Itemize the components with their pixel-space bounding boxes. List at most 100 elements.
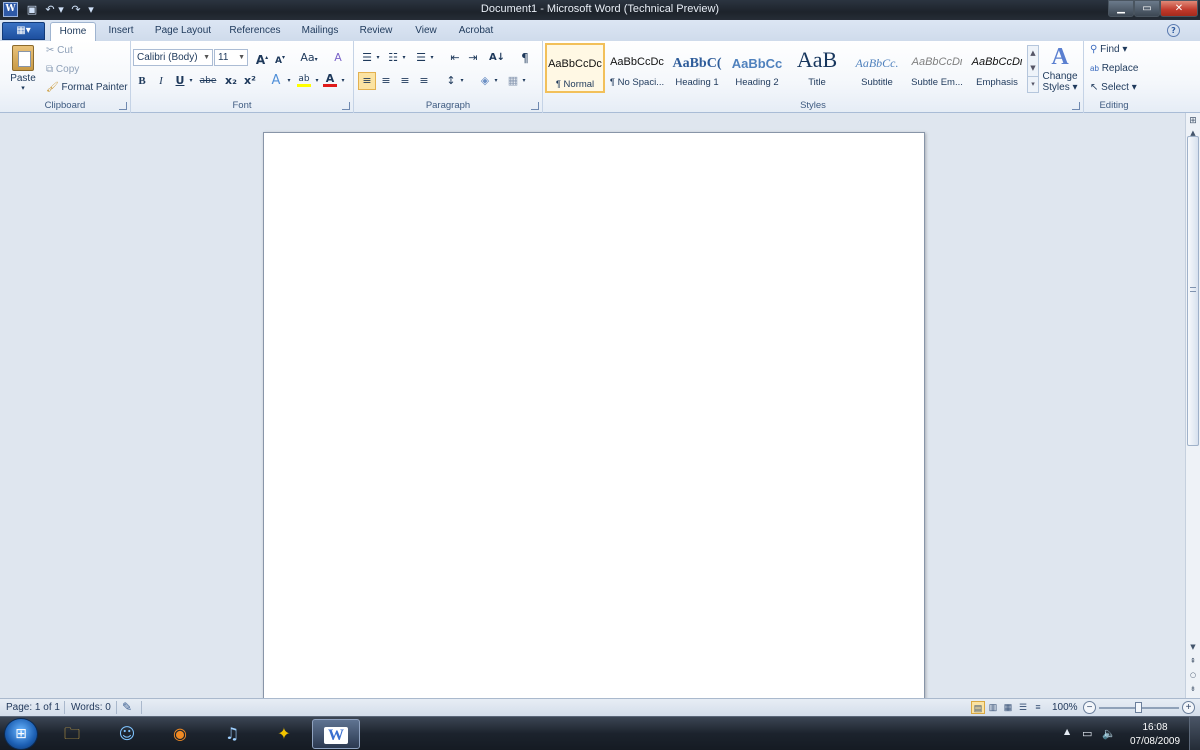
styles-gallery-scroller[interactable]: ▲ ▼ ▾: [1027, 45, 1039, 93]
underline-dropdown-icon[interactable]: ▾: [187, 72, 195, 90]
ruler-toggle-icon[interactable]: ⊞: [1187, 115, 1199, 127]
highlight-button[interactable]: ab: [295, 70, 313, 88]
word-count[interactable]: Words: 0: [71, 702, 111, 713]
taskbar-messenger-button[interactable]: ☺: [103, 719, 151, 749]
start-button[interactable]: ⊞: [4, 718, 38, 750]
change-styles-button[interactable]: A Change Styles ▾: [1041, 43, 1079, 97]
gallery-more-icon[interactable]: ▾: [1028, 76, 1038, 91]
cut-button[interactable]: ✂ Cut: [46, 45, 73, 56]
style-heading-2[interactable]: AaBbCc Heading 2: [727, 43, 787, 93]
highlight-dropdown-icon[interactable]: ▾: [313, 72, 321, 90]
tab-references[interactable]: References: [225, 22, 285, 41]
decrease-indent-button[interactable]: ⇤: [446, 49, 464, 67]
style-heading-1[interactable]: AaBbC(Heading 1: [667, 43, 727, 93]
align-left-button[interactable]: ≡: [358, 72, 376, 90]
grow-font-button[interactable]: A▴: [253, 49, 271, 67]
document-page[interactable]: [263, 132, 925, 698]
show-desktop-button[interactable]: [1189, 717, 1200, 750]
style-emphasis[interactable]: AaBbCcDι Emphasis: [967, 43, 1027, 93]
increase-indent-button[interactable]: ⇥: [464, 49, 482, 67]
font-size-combo[interactable]: 11 ▼: [214, 49, 248, 66]
font-name-combo[interactable]: Calibri (Body) ▼: [133, 49, 213, 66]
text-effects-dropdown-icon[interactable]: ▾: [285, 72, 293, 90]
gallery-down-icon[interactable]: ▼: [1028, 61, 1038, 76]
tab-review[interactable]: Review: [354, 22, 398, 41]
copy-button[interactable]: ⧉ Copy: [46, 64, 79, 75]
office-button[interactable]: ▦▾: [2, 22, 45, 40]
zoom-out-button[interactable]: −: [1083, 701, 1096, 714]
replace-button[interactable]: ab Replace: [1090, 63, 1138, 74]
draft-view-icon[interactable]: ≡: [1031, 701, 1045, 714]
taskbar-word-button[interactable]: W: [312, 719, 360, 749]
zoom-level[interactable]: 100%: [1052, 702, 1078, 713]
multilevel-dropdown-icon[interactable]: ▾: [428, 49, 436, 67]
shading-dropdown-icon[interactable]: ▾: [492, 72, 500, 90]
show-hidden-icons-icon[interactable]: ▲: [1064, 727, 1070, 736]
next-page-icon[interactable]: ⇟: [1187, 683, 1199, 695]
paste-button[interactable]: Paste ▾: [6, 45, 40, 92]
print-layout-view-icon[interactable]: ▤: [971, 701, 985, 714]
close-button[interactable]: ✕: [1160, 0, 1198, 17]
taskbar-bird-app-button[interactable]: ✦: [260, 719, 308, 749]
shrink-font-button[interactable]: A▾: [271, 49, 289, 67]
tab-view[interactable]: View: [408, 22, 444, 41]
taskbar-explorer-button[interactable]: 🗀: [48, 719, 96, 749]
strikethrough-button[interactable]: abe: [197, 72, 219, 90]
maximize-button[interactable]: ▭: [1134, 0, 1160, 17]
outline-view-icon[interactable]: ☰: [1016, 701, 1030, 714]
clock-time[interactable]: 16:08: [1130, 722, 1180, 733]
scroll-thumb[interactable]: [1187, 136, 1199, 446]
paragraph-launcher-icon[interactable]: [531, 102, 539, 110]
line-spacing-dropdown-icon[interactable]: ▾: [458, 72, 466, 90]
find-button[interactable]: ⚲ Find ▾: [1090, 44, 1127, 55]
clear-formatting-button[interactable]: A: [329, 49, 347, 67]
zoom-slider-thumb[interactable]: [1135, 702, 1142, 713]
tab-home[interactable]: Home: [50, 22, 96, 41]
justify-button[interactable]: ≡: [415, 72, 433, 90]
font-launcher-icon[interactable]: [342, 102, 350, 110]
proofing-icon[interactable]: ✎: [122, 700, 132, 714]
scroll-down-icon[interactable]: ▼: [1187, 641, 1199, 653]
network-icon[interactable]: ▭: [1082, 727, 1092, 740]
style-title[interactable]: AaB Title: [787, 43, 847, 93]
italic-button[interactable]: I: [152, 72, 170, 90]
format-painter-button[interactable]: 🖌 Format Painter: [46, 82, 128, 93]
help-icon[interactable]: ?: [1167, 24, 1180, 37]
font-color-button[interactable]: A: [321, 70, 339, 88]
select-browse-object-icon[interactable]: ○: [1187, 669, 1199, 681]
taskbar-firefox-button[interactable]: ◉: [156, 719, 204, 749]
sort-button[interactable]: A↓: [488, 49, 506, 67]
align-center-button[interactable]: ≡: [377, 72, 395, 90]
tab-insert[interactable]: Insert: [102, 22, 140, 41]
align-right-button[interactable]: ≡: [396, 72, 414, 90]
select-button[interactable]: ↖ Select ▾: [1090, 82, 1137, 93]
tab-acrobat[interactable]: Acrobat: [452, 22, 500, 41]
full-screen-reading-view-icon[interactable]: ▥: [986, 701, 1000, 714]
tab-mailings[interactable]: Mailings: [296, 22, 344, 41]
clock-date[interactable]: 07/08/2009: [1124, 736, 1186, 747]
vertical-scrollbar[interactable]: ⊞ ▲ ▼ ⇞ ○ ⇟: [1185, 113, 1200, 698]
tab-page-layout[interactable]: Page Layout: [150, 22, 216, 41]
style-subtle-em[interactable]: AaBbCcDι Subtle Em...: [907, 43, 967, 93]
style-subtitle[interactable]: AaBbCc. Subtitle: [847, 43, 907, 93]
volume-icon[interactable]: 🔈: [1102, 727, 1116, 740]
font-color-dropdown-icon[interactable]: ▾: [339, 72, 347, 90]
zoom-in-button[interactable]: +: [1182, 701, 1195, 714]
styles-launcher-icon[interactable]: [1072, 102, 1080, 110]
minimize-button[interactable]: ▁: [1108, 0, 1134, 17]
style-no-spaci[interactable]: AaBbCcDc ¶ No Spaci...: [607, 43, 667, 93]
change-case-button[interactable]: Aa▾: [297, 49, 321, 67]
style-normal[interactable]: AaBbCcDc ¶ Normal: [545, 43, 605, 93]
previous-page-icon[interactable]: ⇞: [1187, 655, 1199, 667]
numbering-dropdown-icon[interactable]: ▾: [400, 49, 408, 67]
bullets-dropdown-icon[interactable]: ▾: [374, 49, 382, 67]
page-count[interactable]: Page: 1 of 1: [6, 702, 60, 713]
taskbar-itunes-button[interactable]: ♫: [208, 719, 256, 749]
bold-button[interactable]: B: [133, 72, 151, 90]
gallery-up-icon[interactable]: ▲: [1028, 46, 1038, 61]
borders-dropdown-icon[interactable]: ▾: [520, 72, 528, 90]
clipboard-launcher-icon[interactable]: [119, 102, 127, 110]
show-formatting-marks-button[interactable]: ¶: [516, 49, 534, 67]
subscript-button[interactable]: x₂: [222, 72, 240, 90]
web-layout-view-icon[interactable]: ▦: [1001, 701, 1015, 714]
